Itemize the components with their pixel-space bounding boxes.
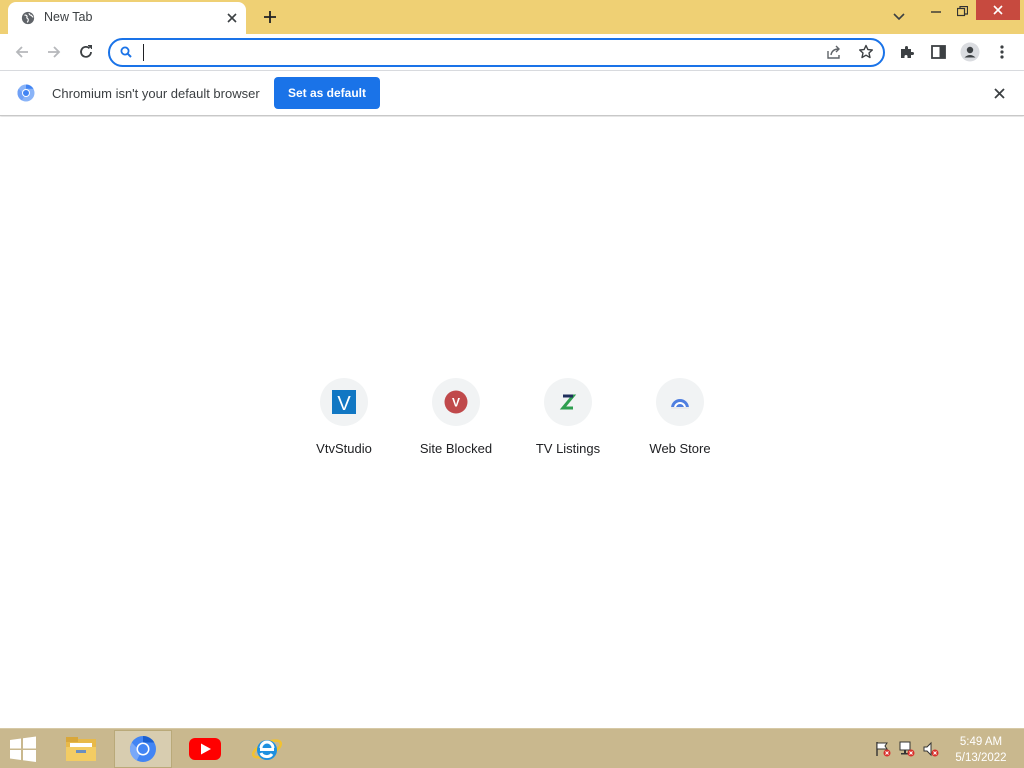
forward-button[interactable] [40, 38, 68, 66]
action-center-flag-icon[interactable] [874, 741, 892, 757]
new-tab-button[interactable] [257, 4, 283, 30]
site-blocked-logo-icon: V [444, 390, 468, 414]
taskbar-chromium[interactable] [114, 730, 172, 768]
extensions-button[interactable] [893, 38, 921, 66]
system-clock[interactable]: 5:49 AM 5/13/2022 [948, 734, 1014, 766]
vtvstudio-logo-icon: V [332, 390, 356, 414]
shortcut-vtvstudio[interactable]: V VtvStudio [288, 376, 400, 466]
share-icon[interactable] [826, 44, 842, 60]
windows-logo-icon [10, 736, 36, 762]
side-panel-icon [930, 45, 946, 59]
shortcut-site-blocked[interactable]: V Site Blocked [400, 376, 512, 466]
browser-toolbar [0, 34, 1024, 71]
arrow-right-icon [48, 46, 61, 58]
network-icon[interactable] [898, 741, 916, 757]
tab-title: New Tab [44, 10, 93, 24]
tv-listings-logo-icon [559, 394, 577, 410]
shortcut-label: VtvStudio [316, 441, 372, 456]
shortcut-icon: V [320, 378, 368, 426]
shortcut-web-store[interactable]: Web Store [624, 376, 736, 466]
tab-new-tab[interactable]: New Tab [8, 2, 246, 34]
address-bar[interactable] [108, 38, 885, 67]
chromium-icon [17, 84, 35, 102]
tab-close-button[interactable] [222, 8, 242, 28]
svg-text:V: V [452, 396, 460, 410]
shortcut-label: Web Store [649, 441, 711, 456]
tab-strip: New Tab [0, 0, 1024, 34]
shortcut-icon [544, 378, 592, 426]
infobar-message: Chromium isn't your default browser [52, 86, 260, 101]
globe-icon [21, 11, 35, 25]
new-tab-page: V VtvStudio V Site Blocked TV Listings W… [0, 117, 1024, 728]
clock-date: 5/13/2022 [955, 752, 1007, 764]
clock-time: 5:49 AM [959, 736, 1003, 748]
shortcut-icon: V [432, 378, 480, 426]
folder-icon [66, 737, 96, 761]
minimize-icon [931, 11, 941, 13]
close-icon [227, 13, 237, 23]
close-icon [993, 87, 1005, 99]
avatar-icon [960, 42, 980, 62]
address-input[interactable] [142, 43, 812, 63]
puzzle-icon [901, 46, 914, 58]
minimize-button[interactable] [924, 0, 948, 22]
restore-icon [956, 5, 968, 16]
taskbar-file-explorer[interactable] [52, 730, 110, 768]
default-browser-infobar: Chromium isn't your default browser Set … [0, 71, 1024, 116]
infobar-close-button[interactable] [990, 84, 1008, 102]
reload-button[interactable] [72, 38, 100, 66]
window-close-button[interactable] [976, 0, 1020, 20]
bookmark-star-icon[interactable] [858, 44, 874, 60]
youtube-icon [189, 738, 221, 760]
internet-explorer-icon [251, 739, 283, 760]
reload-icon [80, 45, 92, 58]
tab-search-button[interactable] [886, 6, 912, 28]
windows-taskbar: 5:49 AM 5/13/2022 [0, 728, 1024, 768]
shortcut-label: TV Listings [535, 441, 601, 456]
shortcut-tv-listings[interactable]: TV Listings [512, 376, 624, 466]
taskbar-internet-explorer[interactable] [238, 730, 296, 768]
text-caret [143, 44, 144, 61]
shortcut-label: Site Blocked [419, 441, 493, 456]
svg-text:V: V [337, 393, 351, 414]
start-button[interactable] [8, 736, 38, 762]
web-store-logo-icon [671, 399, 689, 409]
restore-button[interactable] [950, 0, 974, 22]
volume-muted-icon[interactable] [922, 741, 940, 757]
profile-button[interactable] [956, 38, 984, 66]
shortcut-icon [656, 378, 704, 426]
chevron-down-icon [893, 13, 905, 21]
side-panel-button[interactable] [924, 38, 952, 66]
set-as-default-button[interactable]: Set as default [274, 77, 380, 109]
close-icon [993, 5, 1003, 15]
arrow-left-icon [15, 46, 28, 58]
chromium-icon [129, 735, 156, 762]
back-button[interactable] [8, 38, 36, 66]
search-icon [120, 46, 132, 58]
plus-icon [264, 11, 276, 23]
menu-button[interactable] [988, 38, 1016, 66]
taskbar-youtube[interactable] [176, 730, 234, 768]
kebab-menu-icon [1000, 45, 1004, 59]
